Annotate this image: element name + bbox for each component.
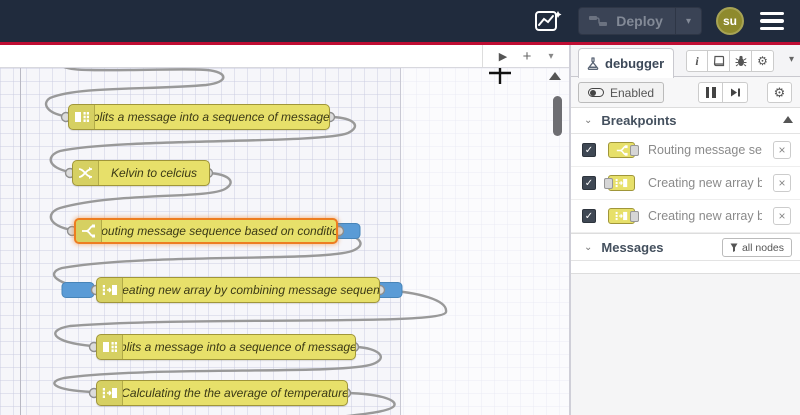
flow-tabbar: ▶ + ▾ (0, 45, 569, 68)
pause-button[interactable] (698, 82, 723, 103)
tab-scroll-right-button[interactable]: ▶ (493, 46, 513, 66)
enabled-label: Enabled (610, 85, 655, 100)
node-red-app: Deploy ▾ su ▶ + ▾ Splits a message into … (0, 0, 800, 415)
debugger-toolbar: Enabled ⚙ (571, 77, 800, 108)
crosshair-cursor (489, 68, 511, 84)
export-chart-button[interactable] (532, 8, 564, 34)
join-icon (102, 285, 117, 295)
switch-node-mini-icon (608, 142, 639, 158)
node-label: Calculating the the average of temperatu… (123, 386, 347, 400)
flow-list-button[interactable]: ▾ (541, 46, 561, 66)
filter-label: all nodes (741, 241, 784, 254)
debug-tab-button[interactable] (730, 50, 752, 72)
filter-funnel-icon (730, 243, 738, 252)
remove-breakpoint-button[interactable]: × (773, 141, 791, 159)
breakpoint-row[interactable]: ✓ Routing message sequence ba × (571, 134, 800, 167)
change-icon (78, 167, 93, 179)
chevron-down-icon: ⌄ (584, 115, 593, 126)
add-flow-button[interactable]: + (517, 46, 537, 66)
step-button[interactable] (723, 82, 748, 103)
main-menu-button[interactable] (758, 8, 786, 35)
config-tab-button[interactable]: ⚙ (752, 50, 774, 72)
deploy-button[interactable]: Deploy ▾ (578, 7, 702, 35)
chart-sparkle-icon (535, 11, 562, 31)
node-split-2[interactable]: Splits a message into a sequence of mess… (96, 334, 356, 360)
node-label: Splits a message into a sequence of mess… (95, 110, 329, 124)
tab-debugger[interactable]: debugger (578, 48, 674, 78)
join-icon (615, 178, 628, 188)
node-switch-routing[interactable]: Routing message sequence based on condit… (74, 218, 338, 244)
book-icon (713, 55, 724, 67)
debug-sidebar: debugger i ⚙ ▾ Enabled ⚙ ⌄ Breakpoints ✓… (571, 45, 800, 415)
split-icon (102, 342, 117, 352)
debugger-settings-button[interactable]: ⚙ (767, 82, 792, 103)
canvas-scrollbar-thumb[interactable] (553, 96, 562, 136)
flow-canvas[interactable]: ▶ + ▾ Splits a message into a sequence o… (0, 45, 569, 415)
pause-icon (705, 87, 716, 98)
output-port-marker (630, 144, 639, 156)
switch-icon (82, 224, 95, 238)
input-port-marker (604, 177, 613, 189)
sidebar-footer-area (571, 274, 800, 415)
step-icon (730, 88, 740, 97)
breakpoint-row[interactable]: ✓ Creating new array by combini × (571, 167, 800, 200)
node-split-1[interactable]: Splits a message into a sequence of mess… (68, 104, 330, 130)
node-label: Routing message sequence based on condit… (102, 224, 336, 238)
avatar[interactable]: su (716, 7, 744, 35)
breakpoint-checkbox[interactable]: ✓ (582, 143, 596, 157)
breakpoint-label: Creating new array by combini (648, 176, 762, 190)
remove-breakpoint-button[interactable]: × (773, 207, 791, 225)
breakpoints-scroll-up-button[interactable] (783, 116, 793, 123)
join-icon (615, 211, 628, 221)
flask-icon (587, 57, 599, 70)
breakpoints-section-header[interactable]: ⌄ Breakpoints (571, 108, 800, 134)
sidebar-collapse-chevron[interactable]: ▾ (789, 54, 794, 65)
help-tab-button[interactable] (708, 50, 730, 72)
info-tab-button[interactable]: i (686, 50, 708, 72)
breakpoint-label: Creating new array by combini (648, 209, 762, 223)
deploy-nodes-icon (589, 16, 608, 26)
node-join-1[interactable]: Creating new array by combining message … (96, 277, 380, 303)
workspace[interactable]: Splits a message into a sequence of mess… (0, 68, 569, 415)
breakpoint-label: Routing message sequence ba (648, 143, 762, 157)
deploy-dropdown[interactable]: ▾ (674, 8, 701, 34)
chevron-down-icon: ⌄ (584, 241, 593, 253)
sidebar-tabbar: debugger i ⚙ ▾ (571, 45, 800, 78)
toggle-icon (588, 88, 604, 97)
node-kelvin-to-celcius[interactable]: Kelvin to celcius (72, 160, 210, 186)
join-node-mini-icon (604, 175, 635, 191)
enabled-toggle-button[interactable]: Enabled (578, 82, 665, 103)
breakpoint-checkbox[interactable]: ✓ (582, 176, 596, 190)
join-icon (102, 388, 117, 398)
messages-title: Messages (601, 239, 664, 255)
bug-icon (735, 55, 746, 67)
messages-section-header[interactable]: ⌄ Messages all nodes (571, 234, 800, 261)
node-label: Creating new array by combining message … (123, 283, 379, 297)
breakpoint-row[interactable]: ✓ Creating new array by combini × (571, 200, 800, 233)
breakpoint-pill (61, 282, 95, 298)
node-label: Splits a message into a sequence of mess… (123, 340, 355, 354)
output-port-marker (630, 210, 639, 222)
messages-empty-list (571, 261, 800, 274)
deploy-label: Deploy (616, 13, 663, 29)
switch-icon (616, 144, 628, 156)
tab-label: debugger (605, 56, 665, 71)
node-join-average[interactable]: Calculating the the average of temperatu… (96, 380, 348, 406)
split-icon (74, 112, 89, 122)
join-node-mini-icon (608, 208, 639, 224)
message-filter-button[interactable]: all nodes (721, 238, 792, 257)
node-label: Kelvin to celcius (110, 166, 198, 180)
breakpoints-title: Breakpoints (601, 113, 677, 128)
canvas-scroll-up-button[interactable] (549, 72, 561, 80)
remove-breakpoint-button[interactable]: × (773, 174, 791, 192)
breakpoint-checkbox[interactable]: ✓ (582, 209, 596, 223)
header-bar: Deploy ▾ su (0, 0, 800, 42)
